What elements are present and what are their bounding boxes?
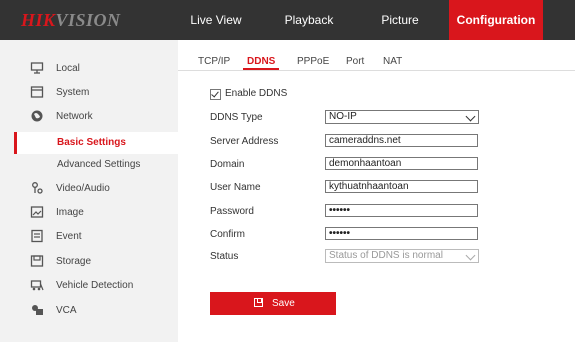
sidebar-item-local[interactable]: Local xyxy=(0,58,178,80)
tab-tcp-ip[interactable]: TCP/IP xyxy=(198,56,230,67)
sidebar-item-vehicle-detection[interactable]: Vehicle Detection xyxy=(0,275,178,297)
vca-icon xyxy=(32,305,43,315)
nav-picture[interactable]: Picture xyxy=(372,0,428,40)
sidebar-item-event[interactable]: Event xyxy=(0,226,178,248)
network-tabs xyxy=(178,40,575,71)
storage-icon xyxy=(30,255,44,267)
logo-part-hik: HIK xyxy=(21,10,56,30)
confirm-password-field[interactable]: •••••• xyxy=(325,227,478,240)
ddns-type-select[interactable]: NO-IP xyxy=(325,110,479,124)
sidebar-item-label: Advanced Settings xyxy=(57,159,141,170)
enable-ddns-label: Enable DDNS xyxy=(225,88,288,99)
sidebar-item-label: VCA xyxy=(56,305,77,316)
logo-part-vision: VISION xyxy=(55,10,121,30)
globe-icon xyxy=(31,110,43,122)
password-field[interactable]: •••••• xyxy=(325,204,478,217)
sidebar-item-label: System xyxy=(56,87,90,98)
sidebar-item-label: Local xyxy=(56,63,80,74)
top-navigation-bar: HIKVISION Live View Playback Picture Con… xyxy=(0,0,575,40)
sidebar-item-advanced-settings[interactable]: Advanced Settings xyxy=(14,154,178,176)
password-label: Password xyxy=(210,206,254,217)
ddns-type-label: DDNS Type xyxy=(210,112,263,123)
user-name-field[interactable]: kythuatnhaantoan xyxy=(325,180,478,193)
server-address-field[interactable]: cameraddns.net xyxy=(325,134,478,147)
event-icon xyxy=(31,229,43,243)
sidebar-item-vca[interactable]: VCA xyxy=(0,300,178,322)
user-name-label: User Name xyxy=(210,182,261,193)
domain-field[interactable]: demonhaantoan xyxy=(325,157,478,170)
sidebar-item-label: Image xyxy=(56,207,84,218)
save-button[interactable]: Save xyxy=(210,292,336,315)
confirm-label: Confirm xyxy=(210,229,246,240)
vehicle-detection-icon xyxy=(30,280,44,291)
nav-playback[interactable]: Playback xyxy=(278,0,340,40)
ddns-status-select: Status of DDNS is normal xyxy=(325,249,479,263)
video-audio-icon xyxy=(32,182,43,194)
status-label: Status xyxy=(210,251,239,262)
tab-ddns[interactable]: DDNS xyxy=(247,56,275,67)
sidebar-item-label: Video/Audio xyxy=(56,183,110,194)
nav-live-view[interactable]: Live View xyxy=(188,0,244,40)
sidebar-item-video-audio[interactable]: Video/Audio xyxy=(0,178,178,200)
sidebar-item-label: Vehicle Detection xyxy=(56,280,134,291)
sidebar-item-storage[interactable]: Storage xyxy=(0,251,178,273)
nav-configuration[interactable]: Configuration xyxy=(449,0,543,40)
monitor-icon xyxy=(30,62,44,74)
ddns-status-value: Status of DDNS is normal xyxy=(329,250,443,261)
sidebar-item-basic-settings[interactable]: Basic Settings xyxy=(14,132,181,154)
domain-label: Domain xyxy=(210,159,245,170)
tab-nat[interactable]: NAT xyxy=(383,56,402,67)
checkmark-icon xyxy=(211,89,219,98)
enable-ddns-checkbox[interactable] xyxy=(210,89,221,100)
sidebar-item-label: Event xyxy=(56,231,82,242)
image-icon xyxy=(30,206,44,218)
sidebar-item-network[interactable]: Network xyxy=(0,106,178,128)
window-icon xyxy=(30,86,44,98)
save-icon xyxy=(254,298,263,307)
sidebar-item-image[interactable]: Image xyxy=(0,202,178,224)
tab-port[interactable]: Port xyxy=(346,56,364,67)
sidebar-item-label: Storage xyxy=(56,256,92,267)
active-tab-indicator xyxy=(243,68,279,70)
sidebar-item-system[interactable]: System xyxy=(0,82,178,104)
tab-pppoe[interactable]: PPPoE xyxy=(297,56,329,67)
chevron-down-icon xyxy=(465,250,476,261)
save-button-label: Save xyxy=(272,298,295,309)
sidebar-item-label: Network xyxy=(56,111,93,122)
sidebar-item-label: Basic Settings xyxy=(57,137,126,148)
chevron-down-icon xyxy=(465,111,476,122)
hikvision-logo: HIKVISION xyxy=(21,10,121,31)
ddns-type-value: NO-IP xyxy=(329,111,357,122)
server-address-label: Server Address xyxy=(210,136,279,147)
